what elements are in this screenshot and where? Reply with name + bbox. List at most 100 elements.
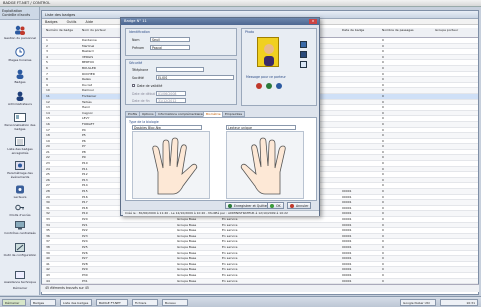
left-hand-icon[interactable]	[133, 132, 211, 200]
table-cell: 3	[46, 49, 48, 54]
table-cell: Fontenier	[82, 93, 97, 98]
table-cell: 0	[382, 172, 384, 177]
biometrie-type-select-left[interactable]: Doubles Bloc-Nw	[132, 125, 202, 130]
scanner-icon[interactable]	[300, 51, 307, 58]
sidebar-item-liste-badges[interactable]: Liste des badges enregistrés	[0, 137, 40, 155]
table-cell: Relais	[82, 77, 91, 82]
sidebar-item-assistance[interactable]: Assistance technique	[0, 271, 40, 284]
table-cell: 0	[382, 133, 384, 138]
taskbar-button[interactable]: Bureau	[162, 299, 188, 306]
societe-label: Société	[132, 76, 144, 80]
tools-icon	[15, 243, 25, 252]
table-cell: 0	[382, 99, 384, 104]
prenom-field[interactable]: Pascal	[150, 45, 190, 50]
date-fin-field[interactable]: 31/12/2012	[156, 98, 186, 103]
table-cell: 25	[46, 172, 50, 177]
table-cell: 00001	[342, 194, 352, 199]
table-cell: ROCHER	[82, 71, 95, 76]
table-cell: 0	[382, 54, 384, 59]
sidebar-item-droits[interactable]: Droits d'accès	[0, 203, 40, 217]
table-cell: 0	[382, 239, 384, 244]
taskbar-button[interactable]: Badges	[30, 299, 56, 306]
table-cell: 00001	[342, 267, 352, 272]
file-icon[interactable]	[300, 61, 307, 68]
table-cell: P16	[82, 194, 88, 199]
table-cell: En service	[222, 267, 238, 272]
table-cell: 4	[46, 54, 48, 59]
cancel-label: Annuler	[296, 204, 309, 208]
sidebar-header-line: Contrôle d'accès	[2, 13, 31, 17]
table-cell: P5	[82, 133, 86, 138]
table-cell: 39	[46, 250, 50, 255]
sidebar-item-evenements[interactable]: Paramétrage des événements	[0, 161, 40, 179]
table-cell: Groupe Base	[177, 267, 197, 272]
settings-icon[interactable]	[266, 83, 272, 89]
sidebar-item-lecteurs[interactable]: Lecteurs	[0, 185, 40, 199]
sidebar-item-controles[interactable]: Contrôles centralisés	[0, 221, 40, 235]
start-button[interactable]: Démarrer	[2, 299, 26, 306]
table-cell: Tarbès	[82, 99, 92, 104]
camera-icon[interactable]	[300, 41, 307, 48]
column-header[interactable]: Date de badge	[342, 28, 364, 33]
right-hand-icon[interactable]	[227, 132, 305, 200]
telephone-field[interactable]	[156, 67, 204, 72]
table-cell: 0	[382, 88, 384, 93]
table-cell: 00001	[342, 256, 352, 261]
menu-badges[interactable]: Badges	[45, 20, 58, 24]
table-cell: En service	[222, 233, 238, 238]
close-icon[interactable]: ×	[309, 19, 317, 24]
table-cell: En service	[222, 272, 238, 277]
societe-select[interactable]: ELIOS	[156, 75, 234, 80]
table-cell: 8	[46, 77, 48, 82]
subwindow-title: Liste des badges	[45, 13, 76, 17]
column-header[interactable]: Groupe porteur	[435, 28, 458, 33]
nom-field[interactable]: Seuil	[150, 37, 190, 42]
table-cell: 00001	[342, 239, 352, 244]
date-debut-field[interactable]: 01/06/2008	[156, 91, 186, 96]
table-cell: 00001	[342, 217, 352, 221]
sidebar-item-administrateurs[interactable]: Administrateurs	[0, 91, 40, 106]
table-cell: P20	[82, 217, 88, 221]
table-cell: Groupe Base	[177, 228, 197, 233]
table-cell: 0	[382, 121, 384, 126]
taskbar-button[interactable]: BADGE FT-NET	[96, 299, 128, 306]
save-and-quit-button[interactable]: Enregistrer et Quitter	[225, 202, 271, 209]
sidebar: Exploitation Contrôle d'accès Gestion du…	[0, 7, 40, 295]
table-cell: 32	[46, 211, 50, 216]
menu-outils[interactable]: Outils	[67, 20, 77, 24]
settings-icon	[15, 161, 25, 170]
table-cell: Groupe Base	[177, 233, 197, 238]
column-header[interactable]: Nom du porteur	[82, 28, 106, 33]
column-header[interactable]: Numéro de badge	[46, 28, 73, 33]
taskbar-button[interactable]: Liste des badges	[60, 299, 92, 306]
sidebar-item-start[interactable]: Démarrer	[0, 286, 40, 290]
sidebar-item-personnalisation[interactable]: Personnalisation des badges	[0, 113, 40, 131]
column-header[interactable]: Nombre de passages	[382, 28, 422, 33]
table-cell: 0	[382, 217, 384, 221]
table-cell: P29	[82, 267, 88, 272]
info-icon[interactable]	[276, 83, 282, 89]
save-label: Enregistrer et Quitter	[234, 204, 268, 208]
ok-button[interactable]: OK	[267, 202, 284, 209]
table-cell: 43	[46, 272, 50, 277]
table-cell: P10	[82, 161, 88, 166]
sidebar-header: Exploitation Contrôle d'accès	[0, 7, 39, 20]
cancel-button[interactable]: Annuler	[287, 202, 312, 209]
taskbar-button[interactable]: Fichiers	[132, 299, 158, 306]
table-cell: 17	[46, 127, 50, 132]
sidebar-item-outil-config[interactable]: Outil de configuration	[0, 243, 40, 257]
group-label: Identification	[129, 30, 150, 34]
table-cell: Groupe Base	[177, 217, 197, 221]
date-validite-checkbox[interactable]	[132, 84, 135, 87]
table-cell: 18	[46, 133, 50, 138]
menu-aide[interactable]: Aide	[86, 20, 94, 24]
sidebar-item-label: Plages horaires	[8, 58, 32, 62]
tray-item[interactable]: Google Nuber Util	[400, 299, 436, 306]
sidebar-item-personnel[interactable]: Gestion du personnel	[0, 25, 40, 40]
securite-group: Sécurité Téléphone Société ELIOS Date de…	[125, 59, 237, 105]
sidebar-item-badges[interactable]: Badges	[0, 69, 40, 84]
delete-icon[interactable]	[256, 83, 262, 89]
table-cell: 00001	[342, 278, 352, 283]
biometrie-type-select-right[interactable]: Lecteur unique	[226, 125, 296, 130]
sidebar-item-plages[interactable]: Plages horaires	[0, 47, 40, 62]
